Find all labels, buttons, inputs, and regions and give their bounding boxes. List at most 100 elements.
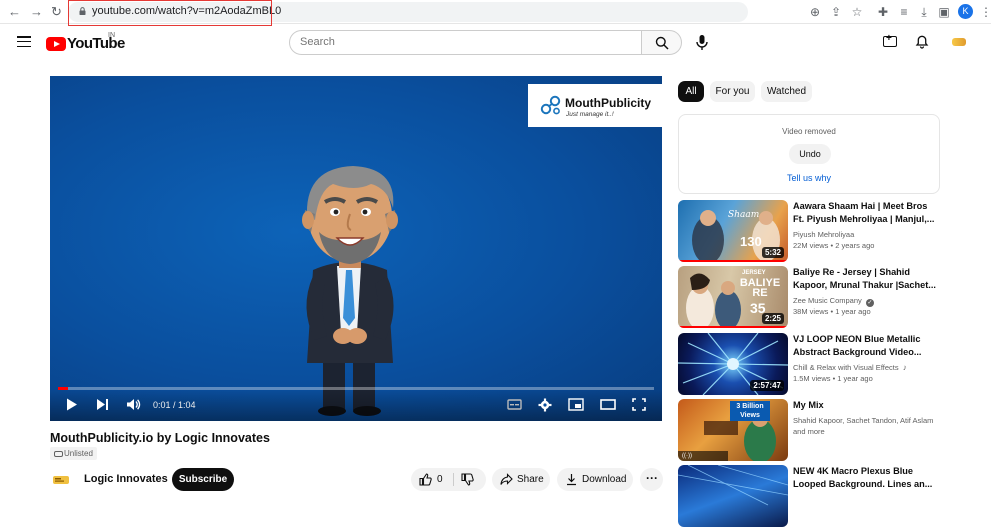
recommended-video[interactable]: Shaam 130 5:32 Aawara Shaam Hai | Meet B…	[678, 200, 940, 264]
mix-artists: Shahid Kapoor, Sachet Tandon, Atif Aslam…	[793, 416, 934, 436]
notifications-bell-icon[interactable]	[914, 33, 930, 49]
theater-mode-icon[interactable]	[600, 398, 616, 411]
channel-logo-icon	[53, 476, 69, 484]
mix-badge: ((·))	[678, 451, 728, 461]
share-label: Share	[517, 474, 544, 485]
video-thumbnail[interactable]: 3 Billion Views ((·))	[678, 399, 788, 461]
forward-icon[interactable]: →	[30, 4, 43, 20]
video-duration: 2:57:47	[750, 380, 784, 391]
browser-toolbar: ← → ↻ youtube.com/watch?v=m2AodaZmBL0 ⊕ …	[0, 0, 991, 26]
video-thumbnail[interactable]: Shaam 130 5:32	[678, 200, 788, 262]
tell-us-why-link[interactable]: Tell us why	[679, 173, 939, 183]
more-actions-button[interactable]: ···	[640, 468, 663, 491]
more-menu-icon[interactable]: ⋮	[979, 5, 991, 19]
channel-name-row[interactable]: Chill & Relax with Visual Effects ♪	[793, 362, 938, 373]
region-code: IN	[108, 32, 115, 39]
extensions-icon[interactable]: ✚	[876, 5, 890, 19]
like-divider	[453, 473, 454, 486]
watched-progress	[678, 326, 788, 328]
video-title[interactable]: Aawara Shaam Hai | Meet Bros Ft. Piyush …	[793, 200, 938, 226]
channel-name[interactable]: Chill & Relax with Visual Effects	[793, 363, 899, 372]
thumbnail-overlay-text: 130	[740, 234, 762, 249]
channel-avatar[interactable]	[50, 469, 72, 491]
undo-button[interactable]: Undo	[789, 144, 831, 164]
video-title[interactable]: VJ LOOP NEON Blue Metallic Abstract Back…	[793, 333, 938, 359]
next-video-icon[interactable]	[96, 398, 109, 411]
chip-for-you[interactable]: For you	[710, 81, 755, 102]
video-removed-text: Video removed	[782, 127, 836, 136]
thumbnail-overlay-text: 3 Billion Views	[730, 401, 770, 421]
miniplayer-icon[interactable]	[568, 398, 584, 411]
download-label: Download	[582, 474, 627, 485]
recommended-mix[interactable]: 3 Billion Views ((·)) My Mix Shahid Kapo…	[678, 399, 940, 463]
unlisted-badge: Unlisted	[50, 447, 97, 460]
download-icon[interactable]: ⤓	[917, 5, 931, 19]
video-thumbnail[interactable]	[678, 465, 788, 527]
voice-search-icon[interactable]	[692, 32, 712, 52]
player-controls: 0:01 / 1:04	[50, 390, 662, 421]
create-video-icon[interactable]	[883, 33, 897, 47]
recommended-video[interactable]: JERSEY BALIYE RE 35 2:25 Baliye Re - Jer…	[678, 266, 940, 330]
video-removed-card: Video removed Undo Tell us why	[678, 114, 940, 194]
like-icon[interactable]	[419, 473, 432, 486]
video-thumbnail[interactable]: JERSEY BALIYE RE 35 2:25	[678, 266, 788, 328]
subscribe-button[interactable]: Subscribe	[172, 468, 234, 491]
channel-name[interactable]: Piyush Mehroliyaa	[793, 229, 938, 240]
hamburger-menu-icon[interactable]	[17, 36, 31, 48]
video-title[interactable]: My Mix	[793, 399, 938, 412]
fullscreen-icon[interactable]	[632, 398, 646, 411]
back-icon[interactable]: ←	[8, 4, 21, 20]
download-icon	[567, 474, 576, 486]
time-display: 0:01 / 1:04	[153, 400, 196, 410]
video-duration: 2:25	[761, 313, 784, 324]
thumbnail-image	[678, 465, 788, 506]
url-highlight	[68, 0, 272, 26]
media-control-icon[interactable]: ≡	[897, 5, 911, 19]
like-count: 0	[437, 474, 443, 485]
account-avatar[interactable]	[952, 38, 966, 46]
recommended-video[interactable]: 2:57:47 VJ LOOP NEON Blue Metallic Abstr…	[678, 333, 940, 397]
channel-name[interactable]: Logic Innovates	[84, 473, 168, 485]
recommended-video[interactable]: NEW 4K Macro Plexus Blue Looped Backgrou…	[678, 465, 940, 529]
brand-name: MouthPublicity	[565, 96, 651, 110]
video-meta: 1.5M views • 1 year ago	[793, 374, 873, 383]
search-icon	[655, 36, 669, 50]
play-icon[interactable]	[66, 398, 78, 411]
mouthpublicity-logo-icon	[540, 95, 561, 115]
bookmark-star-icon[interactable]: ☆	[850, 5, 864, 19]
settings-gear-icon[interactable]	[538, 398, 552, 412]
subtitles-icon[interactable]	[507, 398, 522, 411]
profile-avatar[interactable]: K	[958, 4, 973, 19]
reload-icon[interactable]: ↻	[51, 4, 62, 20]
chip-watched[interactable]: Watched	[761, 81, 812, 102]
share-page-icon[interactable]: ⇪	[829, 5, 843, 19]
chip-all[interactable]: All	[678, 81, 704, 102]
download-button[interactable]: Download	[557, 468, 633, 491]
video-title: MouthPublicity.io by Logic Innovates	[50, 431, 270, 445]
search-button[interactable]	[641, 30, 682, 55]
search-box[interactable]	[289, 30, 642, 55]
search-input[interactable]	[300, 36, 630, 48]
install-app-icon[interactable]: ⊕	[808, 5, 822, 19]
volume-icon[interactable]	[126, 398, 141, 411]
dislike-icon[interactable]	[461, 473, 474, 486]
music-note-icon: ♪	[902, 363, 907, 372]
youtube-play-icon	[46, 36, 66, 51]
video-duration: 5:32	[761, 247, 784, 258]
share-button[interactable]: Share	[492, 468, 550, 491]
channel-name[interactable]: Zee Music Company	[793, 296, 862, 305]
like-dislike-group: 0	[411, 468, 486, 491]
watched-progress	[678, 260, 788, 262]
share-icon	[500, 473, 513, 485]
video-player[interactable]: MouthPublicity Just manage it..! 0:01 / …	[50, 76, 662, 421]
brand-tagline: Just manage it..!	[566, 111, 614, 118]
side-panel-icon[interactable]: ▣	[937, 5, 951, 19]
youtube-wordmark: YouTube	[67, 35, 125, 53]
video-title[interactable]: NEW 4K Macro Plexus Blue Looped Backgrou…	[793, 465, 938, 491]
video-meta: 22M views • 2 years ago	[793, 241, 875, 250]
more-horizontal-icon: ···	[646, 471, 658, 485]
cartoon-presenter	[302, 166, 398, 416]
video-thumbnail[interactable]: 2:57:47	[678, 333, 788, 395]
video-title[interactable]: Baliye Re - Jersey | Shahid Kapoor, Mrun…	[793, 266, 938, 292]
thumbnail-overlay-text: BALIYE RE	[739, 277, 781, 299]
